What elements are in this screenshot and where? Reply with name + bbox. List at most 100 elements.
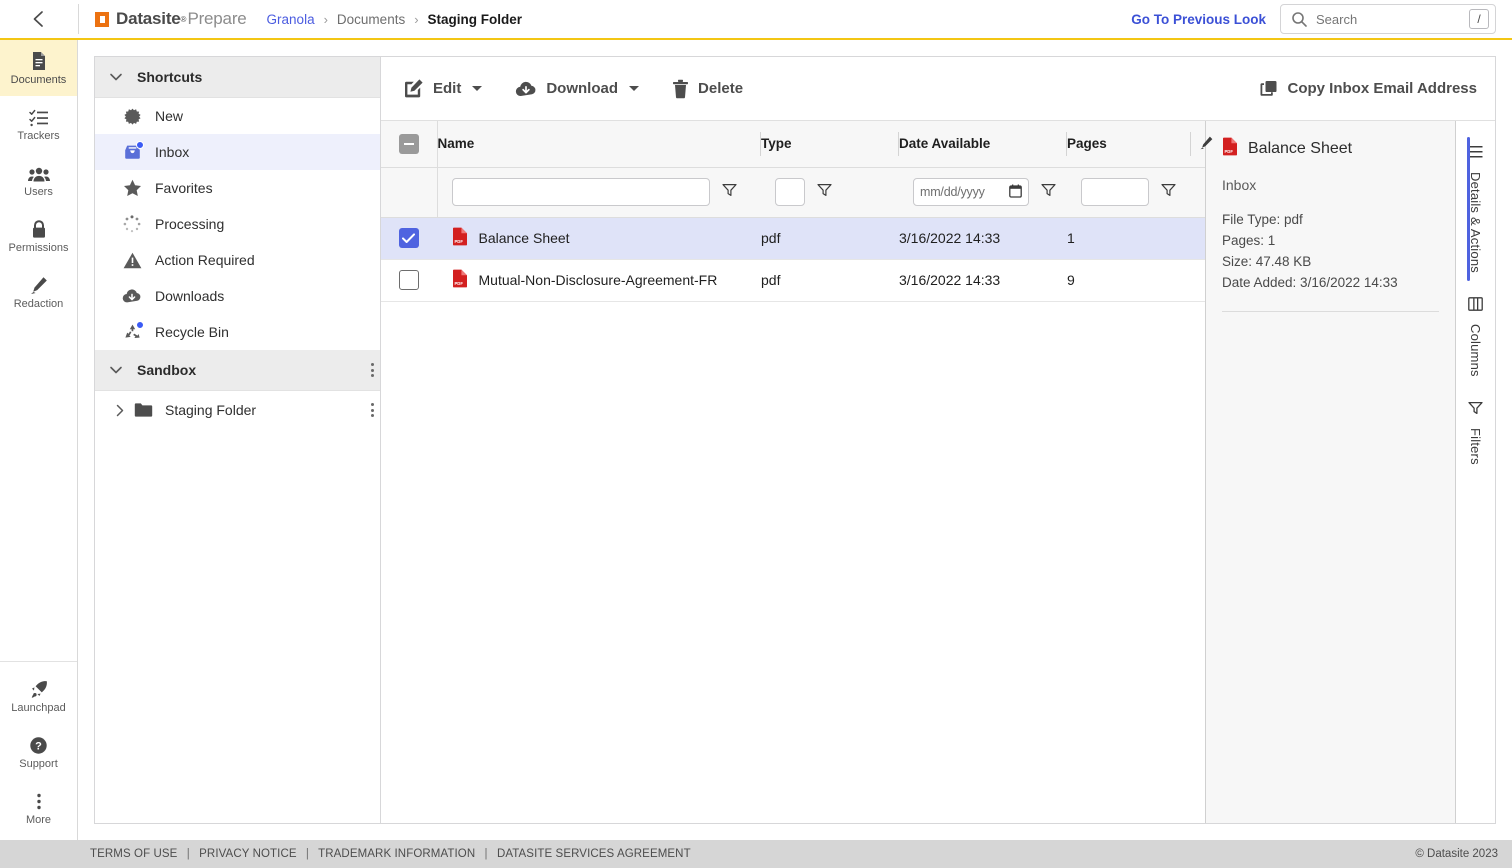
sidebar-item-label: Redaction <box>13 297 64 310</box>
column-header-redaction-partial[interactable] <box>1191 121 1213 168</box>
sidebar-item-label: Users <box>24 185 53 198</box>
funnel-icon <box>1468 401 1483 420</box>
tree-section-title: Shortcuts <box>137 69 203 85</box>
table-header-row: Name Type Date Available Pages <box>381 121 1213 168</box>
left-rail: Documents Trackers Users Permissions Red… <box>0 40 78 840</box>
tab-details-and-actions[interactable]: Details & Actions <box>1467 135 1483 287</box>
main-content: Edit Download Delete Copy Inbox Email Ad… <box>380 40 1512 840</box>
sidebar-item-trackers[interactable]: Trackers <box>0 96 77 152</box>
filter-input-pages[interactable] <box>1081 178 1149 206</box>
back-button[interactable] <box>0 0 78 39</box>
tree-item-inbox[interactable]: Inbox <box>95 134 393 170</box>
tree-item-recycle-bin[interactable]: Recycle Bin <box>95 314 393 350</box>
footer: TERMS OF USE | PRIVACY NOTICE | TRADEMAR… <box>0 840 1512 868</box>
column-header-name[interactable]: Name <box>437 121 761 168</box>
svg-text:?: ? <box>35 740 42 752</box>
row-checkbox-cell <box>381 259 437 302</box>
tree-item-downloads[interactable]: Downloads <box>95 278 393 314</box>
footer-link-terms[interactable]: TERMS OF USE <box>90 848 177 860</box>
filter-input-name[interactable] <box>451 178 710 206</box>
column-header-pages[interactable]: Pages <box>1067 121 1191 168</box>
footer-copyright: © Datasite 2023 <box>1415 848 1498 860</box>
breadcrumb-item-documents[interactable]: Documents <box>337 12 405 27</box>
download-label: Download <box>546 80 619 97</box>
column-header-type[interactable]: Type <box>761 121 899 168</box>
select-all-checkbox[interactable] <box>398 133 419 154</box>
svg-text:PDF: PDF <box>454 281 463 286</box>
footer-link-services-agreement[interactable]: DATASITE SERVICES AGREEMENT <box>497 848 691 860</box>
sidebar-item-documents[interactable]: Documents <box>0 40 77 96</box>
row-name-cell: PDF Balance Sheet <box>437 217 761 260</box>
sandbox-menu-button[interactable] <box>363 363 381 377</box>
row-checkbox-cell <box>381 217 437 260</box>
calendar-icon[interactable] <box>1009 184 1022 201</box>
table-row[interactable]: PDF Mutual-Non-Disclosure-Agreement-FR p… <box>381 259 1205 302</box>
search-box[interactable]: Search / <box>1280 4 1496 34</box>
inbox-icon <box>121 141 144 162</box>
sidebar-item-more[interactable]: More <box>0 780 77 836</box>
tree-item-staging-folder[interactable]: Staging Folder <box>95 391 393 429</box>
table-row[interactable]: PDF Balance Sheet pdf 3/16/2022 14:33 1 <box>381 217 1205 260</box>
tree-section-sandbox[interactable]: Sandbox <box>95 350 393 391</box>
breadcrumb-separator: › <box>414 11 419 27</box>
documents-toolbar: Edit Download Delete Copy Inbox Email Ad… <box>381 57 1495 121</box>
list-lines-icon <box>1468 145 1483 164</box>
chevron-right-icon[interactable] <box>109 404 131 417</box>
copy-inbox-email-button[interactable]: Copy Inbox Email Address <box>1259 79 1477 98</box>
go-to-previous-look-link[interactable]: Go To Previous Look <box>1131 12 1266 27</box>
tree-item-action-required[interactable]: Action Required <box>95 242 393 278</box>
staging-folder-menu-button[interactable] <box>363 403 381 417</box>
documents-panel: Edit Download Delete Copy Inbox Email Ad… <box>380 56 1496 824</box>
sidebar-item-support[interactable]: ? Support <box>0 724 77 780</box>
filter-input-date[interactable]: mm/dd/yyyy <box>913 178 1029 206</box>
sidebar-item-launchpad[interactable]: Launchpad <box>0 668 77 724</box>
navigation-tree: Shortcuts New Inbox Favorites Processing… <box>94 56 394 824</box>
download-button[interactable]: Download <box>515 80 640 98</box>
tree-item-label: Recycle Bin <box>155 324 229 340</box>
sidebar-item-users[interactable]: Users <box>0 152 77 208</box>
footer-link-trademark[interactable]: TRADEMARK INFORMATION <box>318 848 475 860</box>
filter-icon[interactable] <box>721 183 737 202</box>
edit-button[interactable]: Edit <box>403 78 483 99</box>
tree-item-new[interactable]: New <box>95 98 393 134</box>
footer-link-privacy[interactable]: PRIVACY NOTICE <box>199 848 296 860</box>
recycle-icon <box>121 321 144 342</box>
tree-item-label: Downloads <box>155 288 225 304</box>
row-checkbox[interactable] <box>398 270 419 290</box>
filter-input-type[interactable] <box>775 178 805 206</box>
star-icon <box>121 178 143 198</box>
sidebar-item-redaction[interactable]: Redaction <box>0 264 77 320</box>
column-header-label: Pages <box>1067 136 1107 152</box>
delete-button[interactable]: Delete <box>672 79 743 99</box>
tree-section-title: Sandbox <box>137 362 197 378</box>
header-actions: Go To Previous Look Search / <box>1131 4 1512 34</box>
column-header-label: Date Available <box>899 136 991 152</box>
sidebar-item-label: Trackers <box>17 129 60 142</box>
tree-panel-wrap: Shortcuts New Inbox Favorites Processing… <box>78 40 394 840</box>
footer-links: TERMS OF USE | PRIVACY NOTICE | TRADEMAR… <box>90 848 691 860</box>
burst-icon <box>121 106 143 126</box>
column-header-label: Name <box>437 136 475 152</box>
tree-item-favorites[interactable]: Favorites <box>95 170 393 206</box>
tab-columns[interactable]: Columns <box>1468 287 1483 391</box>
filter-cell-extra <box>1191 167 1205 218</box>
details-file-type: File Type: pdf <box>1222 212 1303 227</box>
filter-cell-date: mm/dd/yyyy <box>899 167 1067 218</box>
chevron-down-icon <box>109 70 123 84</box>
tab-filters[interactable]: Filters <box>1468 391 1483 479</box>
tree-section-shortcuts[interactable]: Shortcuts <box>95 57 393 98</box>
sidebar-item-permissions[interactable]: Permissions <box>0 208 77 264</box>
column-header-date-available[interactable]: Date Available <box>899 121 1067 168</box>
row-type: pdf <box>761 217 899 260</box>
brand-product: Prepare <box>187 9 247 28</box>
filter-icon[interactable] <box>1161 183 1176 202</box>
search-input[interactable]: Search <box>1316 12 1461 27</box>
tree-item-label: Inbox <box>155 144 190 160</box>
filter-icon[interactable] <box>817 183 832 202</box>
sidebar-item-label: Support <box>19 757 58 770</box>
checklist-icon <box>28 107 49 127</box>
breadcrumb-item-project[interactable]: Granola <box>267 12 315 27</box>
filter-icon[interactable] <box>1041 183 1056 202</box>
row-checkbox[interactable] <box>398 228 419 248</box>
tree-item-processing[interactable]: Processing <box>95 206 393 242</box>
